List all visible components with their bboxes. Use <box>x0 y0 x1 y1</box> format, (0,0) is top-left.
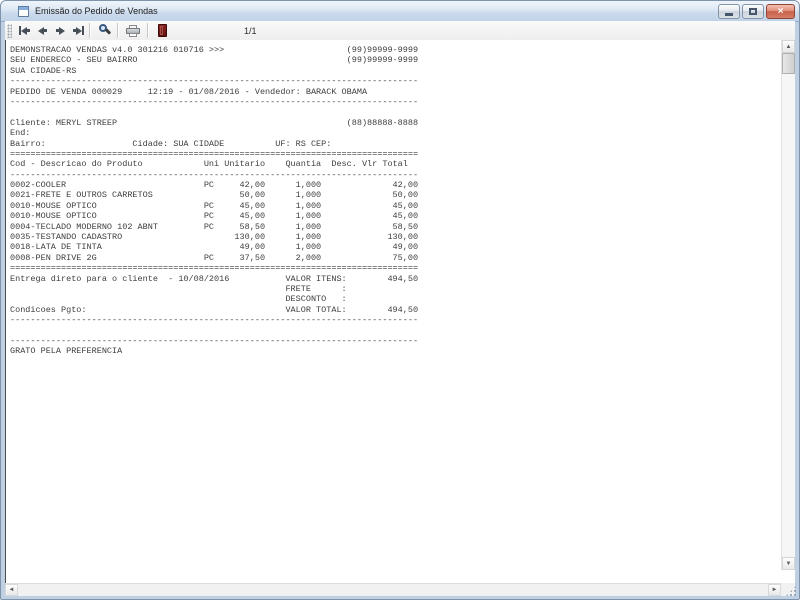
zoom-button[interactable] <box>93 22 115 39</box>
titlebar[interactable]: Emissão do Pedido de Vendas × <box>1 1 799 22</box>
report-line: ----------------------------------------… <box>10 76 418 86</box>
toolbar-gripper[interactable] <box>7 24 12 38</box>
scroll-right-button[interactable]: ► <box>768 584 781 596</box>
first-page-icon-tail <box>27 29 30 32</box>
report-line: 0010-MOUSE OPTICO PC 45,00 1,000 45,00 <box>10 211 418 221</box>
report-line: 0002-COOLER PC 42,00 1,000 42,00 <box>10 180 418 190</box>
print-button[interactable] <box>121 22 145 39</box>
scroll-right-icon: ► <box>772 587 778 593</box>
scroll-up-button[interactable]: ▲ <box>782 40 795 53</box>
report-line: SEU ENDERECO - SEU BAIRRO (99)99999-9999 <box>10 55 418 65</box>
report-line: SUA CIDADE-RS <box>10 66 418 76</box>
exit-button[interactable] <box>151 22 173 39</box>
close-icon: × <box>778 7 784 17</box>
window-title: Emissão do Pedido de Vendas <box>35 6 158 16</box>
page-indicator: 1/1 <box>244 21 257 40</box>
report-line: 0010-MOUSE OPTICO PC 45,00 1,000 45,00 <box>10 201 418 211</box>
report-line: ----------------------------------------… <box>10 170 418 180</box>
report-line: DESCONTO : <box>10 294 418 304</box>
window: Emissão do Pedido de Vendas × <box>0 0 800 600</box>
minimize-icon <box>725 13 733 16</box>
exit-door-icon <box>158 24 167 37</box>
next-page-icon <box>59 27 65 35</box>
scroll-down-button[interactable]: ▼ <box>782 557 795 570</box>
report-line: 0004-TECLADO MODERNO 102 ABNT PC 58,50 1… <box>10 222 418 232</box>
maximize-button[interactable] <box>742 4 764 19</box>
report-line: 0021-FRETE E OUTROS CARRETOS 50,00 1,000… <box>10 190 418 200</box>
report-line: ----------------------------------------… <box>10 97 418 107</box>
report-line: Condicoes Pgto: VALOR TOTAL: 494,50 <box>10 305 418 315</box>
magnifier-icon <box>98 24 111 37</box>
report-line: 0035-TESTANDO CADASTRO 130,00 1,000 130,… <box>10 232 418 242</box>
toolbar: 1/1 <box>5 21 795 41</box>
report-line: FRETE : <box>10 284 418 294</box>
close-button[interactable]: × <box>766 4 795 19</box>
report-line: ========================================… <box>10 149 418 159</box>
vertical-scrollbar-thumb[interactable] <box>782 53 795 74</box>
report-line: Cliente: MERYL STREEP (88)88888-8888 <box>10 118 418 128</box>
first-page-button[interactable] <box>15 22 33 39</box>
report-line: ----------------------------------------… <box>10 315 418 325</box>
report-line <box>10 107 418 117</box>
report-line <box>10 326 418 336</box>
last-page-icon <box>82 26 84 35</box>
report-line: ----------------------------------------… <box>10 336 418 346</box>
scroll-down-icon: ▼ <box>786 561 792 567</box>
report-line: Cod - Descricao do Produto Uni Unitario … <box>10 159 418 169</box>
scroll-left-button[interactable]: ◄ <box>5 584 18 596</box>
toolbar-separator <box>117 23 119 38</box>
report-line: Entrega direto para o cliente - 10/08/20… <box>10 274 418 284</box>
toolbar-separator <box>89 23 91 38</box>
vertical-scrollbar[interactable]: ▲ ▼ <box>781 40 795 570</box>
page-left-edge <box>5 40 6 583</box>
report-line: GRATO PELA PREFERENCIA <box>10 346 418 356</box>
window-icon <box>18 6 29 17</box>
minimize-button[interactable] <box>718 4 740 19</box>
previous-page-icon-tail <box>44 29 47 32</box>
printer-icon <box>126 25 140 37</box>
scroll-up-icon: ▲ <box>786 44 792 50</box>
maximize-icon <box>749 8 757 15</box>
report-line: End: <box>10 128 418 138</box>
report-line: ========================================… <box>10 263 418 273</box>
scroll-left-icon: ◄ <box>9 587 15 593</box>
report-line: DEMONSTRACAO VENDAS v4.0 301216 010716 >… <box>10 45 418 55</box>
horizontal-scrollbar[interactable]: ◄ ► <box>5 583 781 596</box>
next-page-button[interactable] <box>51 22 69 39</box>
report-preview-area: DEMONSTRACAO VENDAS v4.0 301216 010716 >… <box>5 40 795 583</box>
report-line: Bairro: Cidade: SUA CIDADE UF: RS CEP: <box>10 139 418 149</box>
previous-page-button[interactable] <box>33 22 51 39</box>
report-page: DEMONSTRACAO VENDAS v4.0 301216 010716 >… <box>10 45 418 357</box>
report-line: 0018-LATA DE TINTA 49,00 1,000 49,00 <box>10 242 418 252</box>
last-page-button[interactable] <box>69 22 87 39</box>
report-line: PEDIDO DE VENDA 000029 12:19 - 01/08/201… <box>10 87 418 97</box>
toolbar-separator <box>147 23 149 38</box>
report-line: 0008-PEN DRIVE 2G PC 37,50 2,000 75,00 <box>10 253 418 263</box>
